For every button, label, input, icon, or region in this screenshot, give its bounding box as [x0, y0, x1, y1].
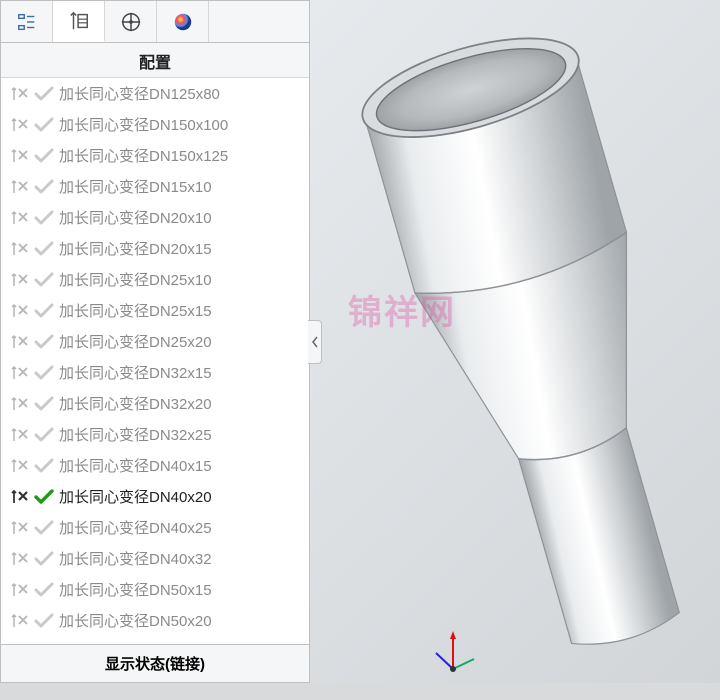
config-list: 加长同心变径DN125x80 加长同心变径DN150x100 加长同心变径DN1… [1, 78, 309, 644]
panel-title: 配置 [1, 43, 309, 78]
config-label: 加长同心变径DN50x25 [59, 641, 303, 644]
check-icon [33, 85, 55, 103]
config-label: 加长同心变径DN40x32 [59, 548, 303, 569]
config-label: 加长同心变径DN40x20 [59, 486, 303, 507]
check-icon [33, 426, 55, 444]
config-item[interactable]: 加长同心变径DN150x125 [1, 140, 309, 171]
config-item[interactable]: 加长同心变径DN20x10 [1, 202, 309, 233]
check-icon [33, 333, 55, 351]
config-icon [11, 613, 29, 629]
config-item[interactable]: 加长同心变径DN32x15 [1, 357, 309, 388]
config-icon [11, 334, 29, 350]
config-label: 加长同心变径DN125x80 [59, 83, 303, 104]
check-icon [33, 550, 55, 568]
config-icon [11, 489, 29, 505]
config-item[interactable]: 加长同心变径DN40x32 [1, 543, 309, 574]
check-icon [33, 519, 55, 537]
check-icon [33, 116, 55, 134]
view-triad[interactable] [430, 629, 476, 675]
collapse-handle[interactable] [308, 320, 322, 364]
viewport-3d[interactable]: 锦祥网 [310, 0, 720, 683]
config-icon [11, 644, 29, 645]
config-icon [11, 210, 29, 226]
watermark: 锦祥网 [348, 285, 456, 334]
config-label: 加长同心变径DN50x20 [59, 610, 303, 631]
config-label: 加长同心变径DN25x20 [59, 331, 303, 352]
config-item[interactable]: 加长同心变径DN15x10 [1, 171, 309, 202]
config-icon [11, 179, 29, 195]
config-label: 加长同心变径DN20x15 [59, 238, 303, 259]
config-item[interactable]: 加长同心变径DN40x15 [1, 450, 309, 481]
config-label: 加长同心变径DN15x10 [59, 176, 303, 197]
config-label: 加长同心变径DN50x15 [59, 579, 303, 600]
tab-row [1, 1, 309, 43]
config-label: 加长同心变径DN150x125 [59, 145, 303, 166]
config-item[interactable]: 加长同心变径DN20x15 [1, 233, 309, 264]
config-icon [11, 458, 29, 474]
check-icon [33, 457, 55, 475]
tab-dimxpert[interactable] [105, 1, 157, 42]
check-icon [33, 612, 55, 630]
model-reducer-pipe [280, 0, 720, 700]
config-label: 加长同心变径DN40x15 [59, 455, 303, 476]
config-item[interactable]: 加长同心变径DN25x20 [1, 326, 309, 357]
check-icon [33, 395, 55, 413]
check-icon [33, 364, 55, 382]
config-item[interactable]: 加长同心变径DN32x25 [1, 419, 309, 450]
config-label: 加长同心变径DN20x10 [59, 207, 303, 228]
check-icon [33, 488, 55, 506]
config-icon [11, 365, 29, 381]
check-icon [33, 240, 55, 258]
config-icon [11, 241, 29, 257]
config-icon [11, 396, 29, 412]
check-icon [33, 271, 55, 289]
config-item[interactable]: 加长同心变径DN25x15 [1, 295, 309, 326]
config-item[interactable]: 加长同心变径DN25x10 [1, 264, 309, 295]
config-icon [11, 86, 29, 102]
config-item[interactable]: 加长同心变径DN40x25 [1, 512, 309, 543]
config-label: 加长同心变径DN25x10 [59, 269, 303, 290]
check-icon [33, 209, 55, 227]
config-icon [11, 117, 29, 133]
config-icon [11, 582, 29, 598]
check-icon [33, 302, 55, 320]
config-icon [11, 272, 29, 288]
config-icon [11, 520, 29, 536]
config-label: 加长同心变径DN32x20 [59, 393, 303, 414]
check-icon [33, 643, 55, 645]
config-label: 加长同心变径DN32x15 [59, 362, 303, 383]
config-icon [11, 148, 29, 164]
display-state-footer[interactable]: 显示状态(链接) [1, 644, 309, 682]
config-item[interactable]: 加长同心变径DN50x25 [1, 636, 309, 644]
check-icon [33, 581, 55, 599]
config-item[interactable]: 加长同心变径DN40x20 [1, 481, 309, 512]
config-item[interactable]: 加长同心变径DN50x15 [1, 574, 309, 605]
config-label: 加长同心变径DN150x100 [59, 114, 303, 135]
check-icon [33, 147, 55, 165]
config-item[interactable]: 加长同心变径DN125x80 [1, 78, 309, 109]
tab-feature-tree[interactable] [1, 1, 53, 42]
tab-config-manager[interactable] [53, 1, 105, 42]
config-item[interactable]: 加长同心变径DN50x20 [1, 605, 309, 636]
config-item[interactable]: 加长同心变径DN32x20 [1, 388, 309, 419]
check-icon [33, 178, 55, 196]
config-label: 加长同心变径DN32x25 [59, 424, 303, 445]
config-item[interactable]: 加长同心变径DN150x100 [1, 109, 309, 140]
config-icon [11, 303, 29, 319]
tab-appearance[interactable] [157, 1, 209, 42]
config-icon [11, 551, 29, 567]
config-icon [11, 427, 29, 443]
config-sidebar: 配置 加长同心变径DN125x80 加长同心变径DN150x100 加长同心变径… [0, 0, 310, 683]
config-label: 加长同心变径DN25x15 [59, 300, 303, 321]
config-label: 加长同心变径DN40x25 [59, 517, 303, 538]
config-scroll[interactable]: 加长同心变径DN125x80 加长同心变径DN150x100 加长同心变径DN1… [1, 78, 309, 644]
